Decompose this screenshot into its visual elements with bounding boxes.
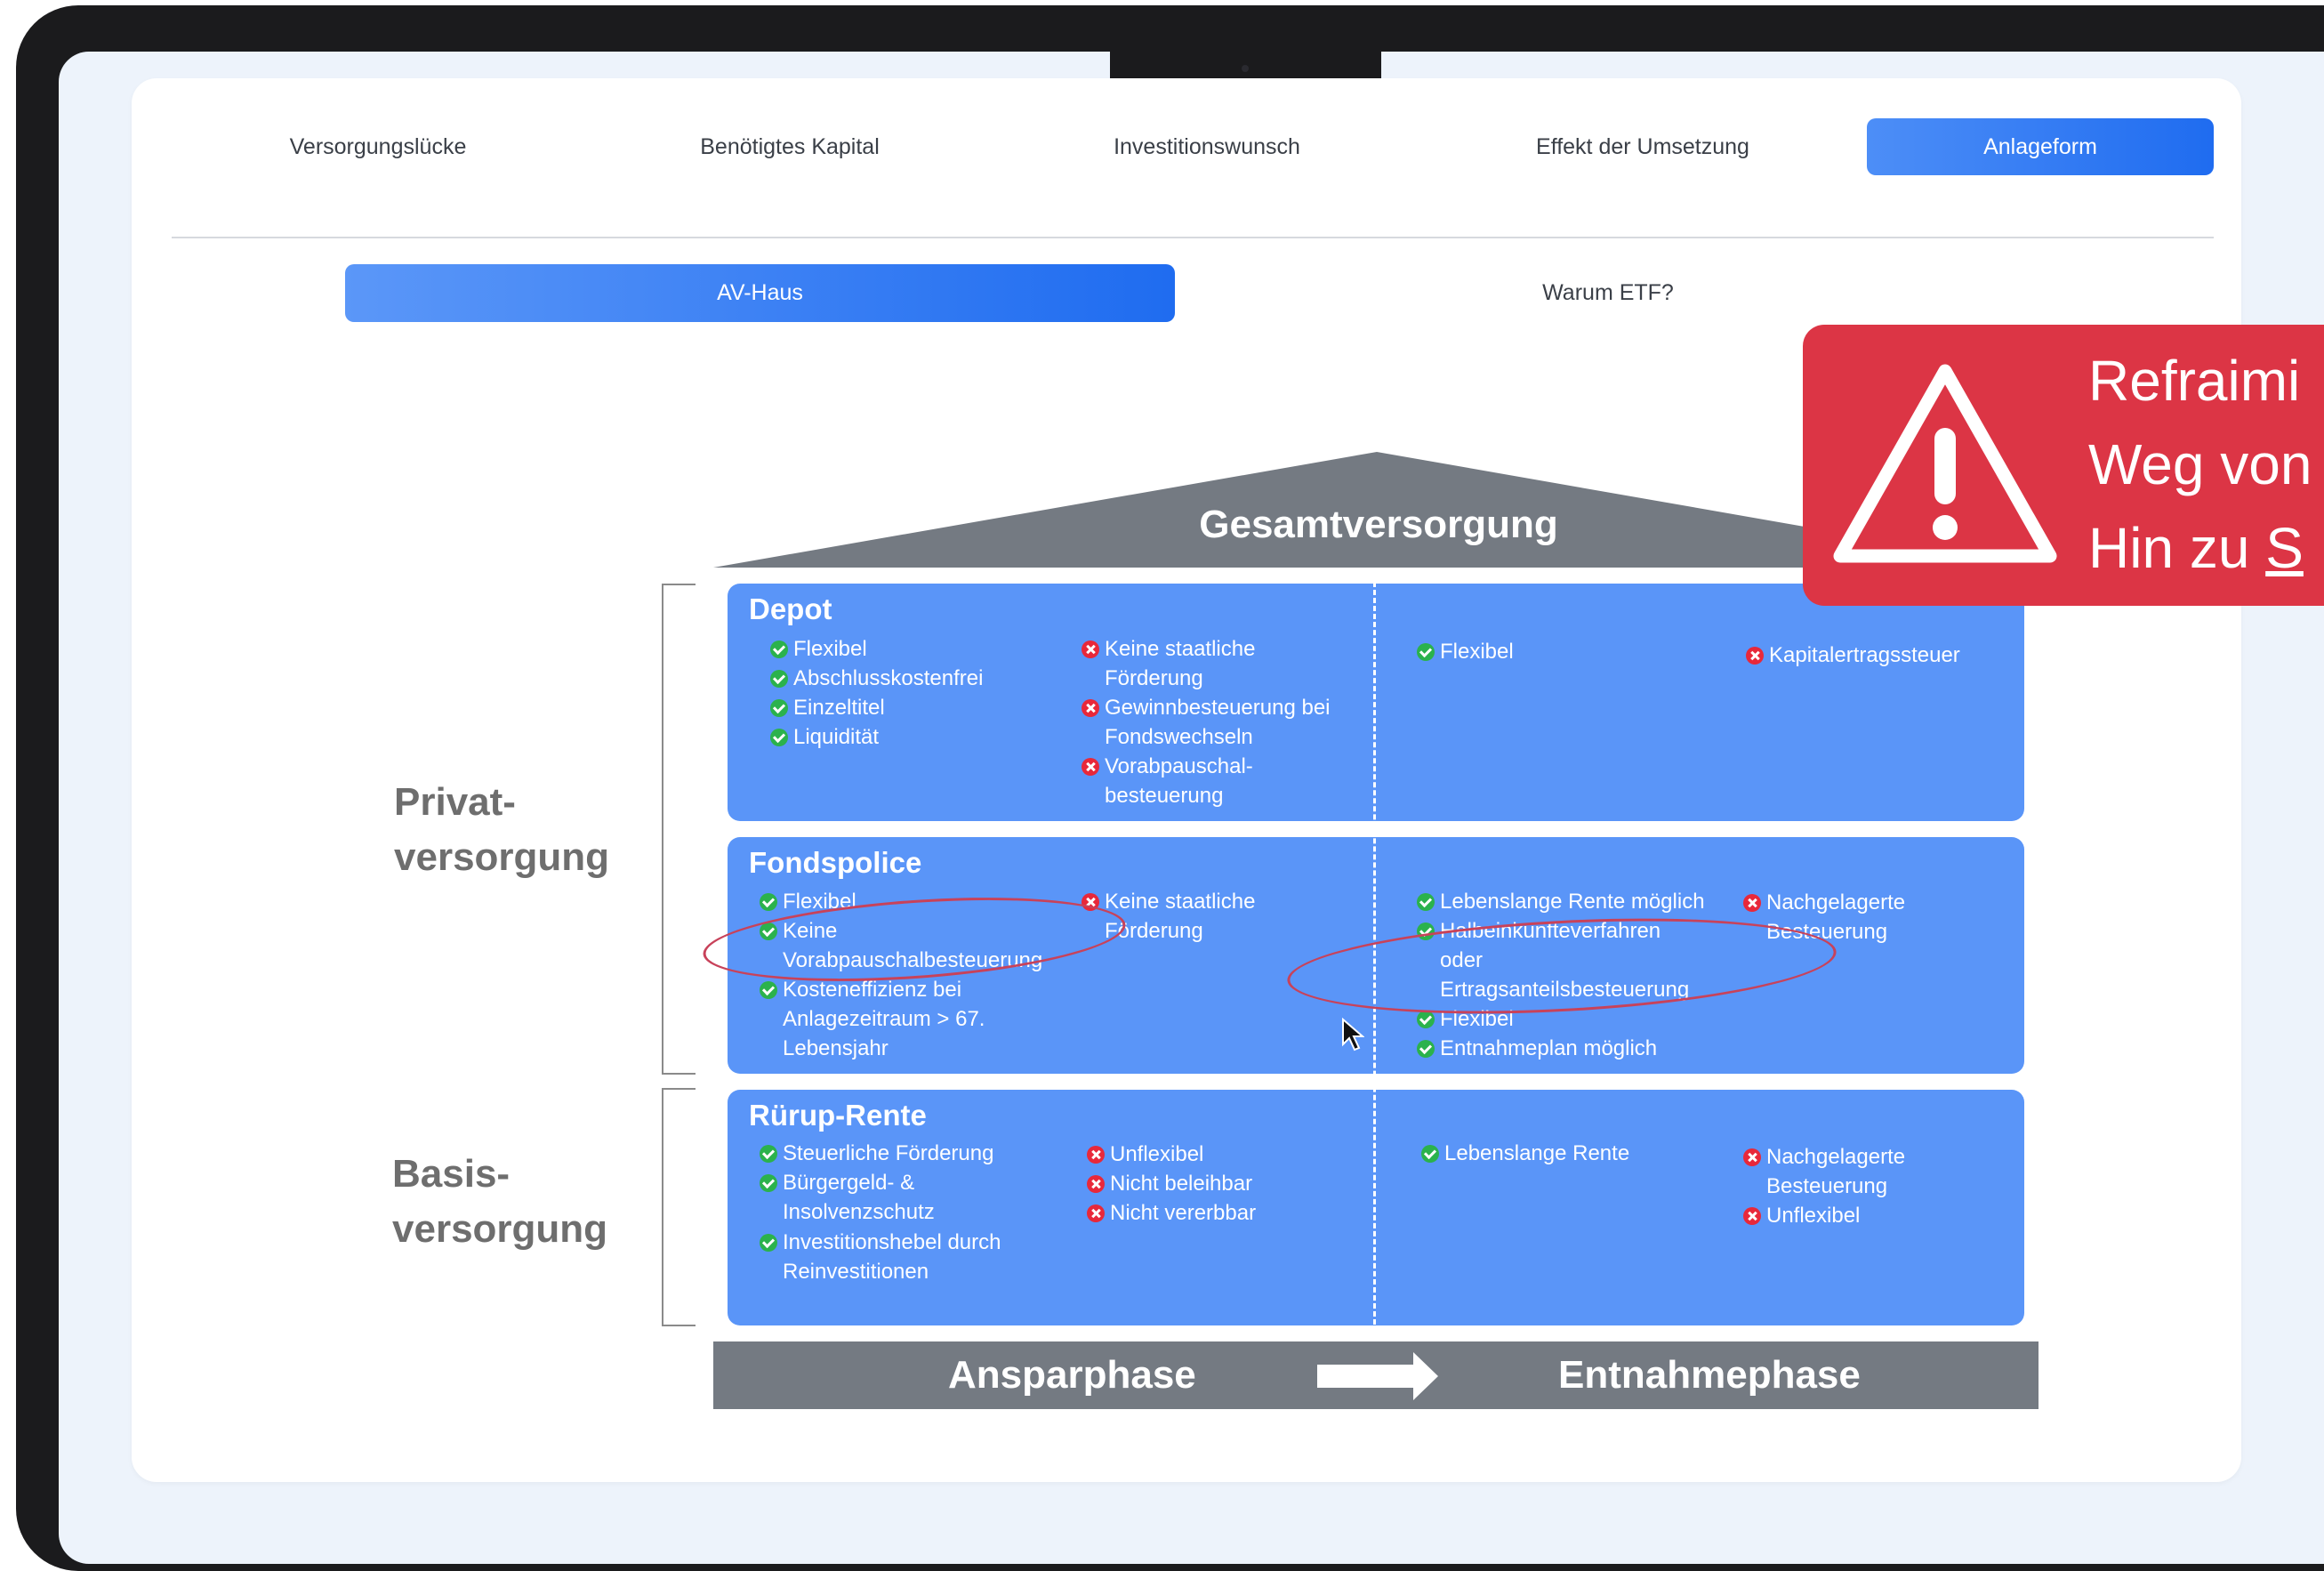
list-item: Unflexibel [1087, 1140, 1203, 1169]
check-icon [1417, 1040, 1435, 1058]
list-item: Keine staatliche [1082, 634, 1255, 664]
privat-bracket [662, 584, 696, 1075]
basis-label-1: Basis- [392, 1152, 511, 1196]
tab-anlageform[interactable]: Anlageform [1867, 118, 2214, 175]
roof-title: Gesamtversorgung [1199, 503, 1558, 546]
list-item: Liquidität [770, 722, 879, 752]
subtab-av-haus[interactable]: AV-Haus [345, 264, 1175, 322]
list-item: Abschlusskostenfrei [770, 664, 983, 693]
warning-text-line-2: Weg von [2088, 432, 2312, 496]
basis-bracket [662, 1088, 696, 1326]
list-item: Flexibel [1417, 637, 1514, 666]
tab-versorgungsluecke[interactable]: Versorgungslücke [222, 118, 534, 175]
panel-title-depot: Depot [749, 592, 832, 625]
list-item: Bürgergeld- & [760, 1168, 914, 1197]
list-item: Lebenslange Rente [1421, 1139, 1629, 1168]
cross-icon [1743, 1207, 1761, 1225]
list-item: Entnahmeplan möglich [1417, 1034, 1657, 1063]
warning-text-line-3: Hin zu S [2088, 516, 2304, 580]
list-item: Investitionshebel durch [760, 1228, 1001, 1257]
list-item: Fondswechseln [1105, 725, 1253, 749]
check-icon [760, 981, 777, 999]
check-icon [770, 699, 788, 717]
panel-title-fondspolice: Fondspolice [749, 846, 922, 879]
panel-title-ruerup: Rürup-Rente [749, 1099, 927, 1132]
list-item: Reinvestitionen [783, 1260, 929, 1284]
cross-icon [1082, 640, 1099, 658]
check-icon [1417, 643, 1435, 661]
list-item: Lebensjahr [783, 1036, 889, 1060]
warning-triangle-icon [1833, 364, 2057, 563]
panel-depot: Depot [728, 584, 2024, 821]
cross-icon [1087, 1204, 1105, 1222]
tab-benoetigtes-kapital[interactable]: Benötigtes Kapital [634, 118, 945, 175]
check-icon [1421, 1145, 1439, 1163]
phase-ansparphase: Ansparphase [948, 1353, 1196, 1397]
list-item: Flexibel [770, 634, 867, 664]
list-item: Einzeltitel [770, 693, 885, 722]
list-item: Anlagezeitraum > 67. [783, 1007, 985, 1031]
check-icon [760, 1234, 777, 1252]
list-item: Nicht vererbbar [1087, 1198, 1256, 1228]
cross-icon [1082, 758, 1099, 776]
check-icon [770, 640, 788, 658]
list-item: Besteuerung [1766, 1174, 1888, 1198]
list-item: Lebenslange Rente möglich [1417, 887, 1705, 916]
warning-text-line-1: Refraimi [2088, 349, 2301, 413]
list-item: Vorabpauschal- [1082, 752, 1253, 781]
cross-icon [1743, 1148, 1761, 1166]
camera-icon [1242, 65, 1249, 72]
cross-icon [1746, 647, 1764, 665]
list-item: Steuerliche Förderung [760, 1139, 993, 1168]
cross-icon [1087, 1175, 1105, 1193]
list-item: Gewinnbesteuerung bei [1082, 693, 1331, 722]
privat-label-1: Privat- [394, 780, 516, 824]
basis-label-2: versorgung [392, 1207, 608, 1251]
phase-entnahmephase: Entnahmephase [1558, 1353, 1861, 1397]
cross-icon [1082, 699, 1099, 717]
cross-icon [1087, 1146, 1105, 1164]
cross-icon [1743, 894, 1761, 912]
nav-divider [172, 237, 2214, 238]
list-item: besteuerung [1105, 784, 1224, 808]
privat-label-2: versorgung [394, 835, 610, 879]
check-icon [760, 1145, 777, 1163]
check-icon [760, 1174, 777, 1192]
phase-bar: Ansparphase Entnahmephase [713, 1341, 2039, 1409]
tab-effekt-der-umsetzung[interactable]: Effekt der Umsetzung [1487, 118, 1798, 175]
list-item: Insolvenzschutz [783, 1200, 935, 1224]
check-icon [770, 729, 788, 746]
tab-investitionswunsch[interactable]: Investitionswunsch [1051, 118, 1363, 175]
list-item: Nachgelagerte [1743, 1142, 1905, 1172]
list-item: Unflexibel [1743, 1201, 1860, 1230]
check-icon [760, 893, 777, 911]
check-icon [770, 670, 788, 688]
subtab-warum-etf[interactable]: Warum ETF? [1381, 264, 1835, 322]
arrow-right-icon [1317, 1352, 1438, 1400]
check-icon [1417, 1011, 1435, 1028]
list-item: Förderung [1105, 666, 1203, 690]
list-item: Nicht beleihbar [1087, 1169, 1252, 1198]
mouse-cursor-icon [1342, 1018, 1364, 1051]
list-item: Kapitalertragssteuer [1746, 640, 1960, 670]
list-item: Nachgelagerte [1743, 888, 1905, 917]
check-icon [1417, 893, 1435, 911]
